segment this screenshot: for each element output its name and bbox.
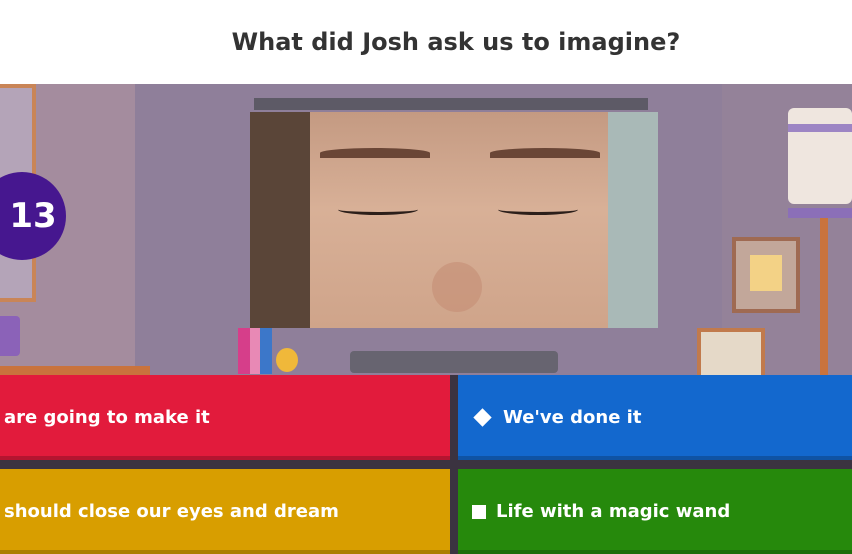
picture-inner [750,255,782,291]
video-closed-eye-right [498,204,578,215]
question-video[interactable] [250,112,658,328]
toy-decoration [276,348,298,372]
media-area [0,84,852,384]
timer-value: 13 [9,196,57,236]
books-decoration [238,328,272,374]
video-background-right [608,112,658,328]
video-hair-left [250,112,310,328]
video-closed-eye-left [338,204,418,215]
answer-grid: are going to make it We've done it shoul… [0,375,852,554]
wall-picture-right [732,237,800,313]
answer-label: are going to make it [4,407,210,428]
answer-label: We've done it [503,407,642,428]
lamp-stripe [788,124,852,132]
lamp-pole [820,218,828,384]
plant-pot [0,316,20,356]
video-nose [432,262,482,312]
tv-bezel [254,98,648,110]
question-title: What did Josh ask us to imagine? [231,28,681,56]
answer-label: should close our eyes and dream [4,501,339,522]
answer-option-1[interactable]: are going to make it [0,375,450,460]
square-icon [472,504,486,519]
lamp-shade [788,108,852,204]
question-header: What did Josh ask us to imagine? [0,0,852,84]
lamp-base [788,208,852,218]
soundbar [350,351,558,373]
answer-option-3[interactable]: should close our eyes and dream [0,469,450,554]
answer-label: Life with a magic wand [496,501,731,522]
video-brow-right [490,148,600,158]
diamond-icon [473,408,492,427]
answer-option-4[interactable]: Life with a magic wand [458,469,852,554]
video-brow-left [320,148,430,158]
answer-option-2[interactable]: We've done it [458,375,852,460]
